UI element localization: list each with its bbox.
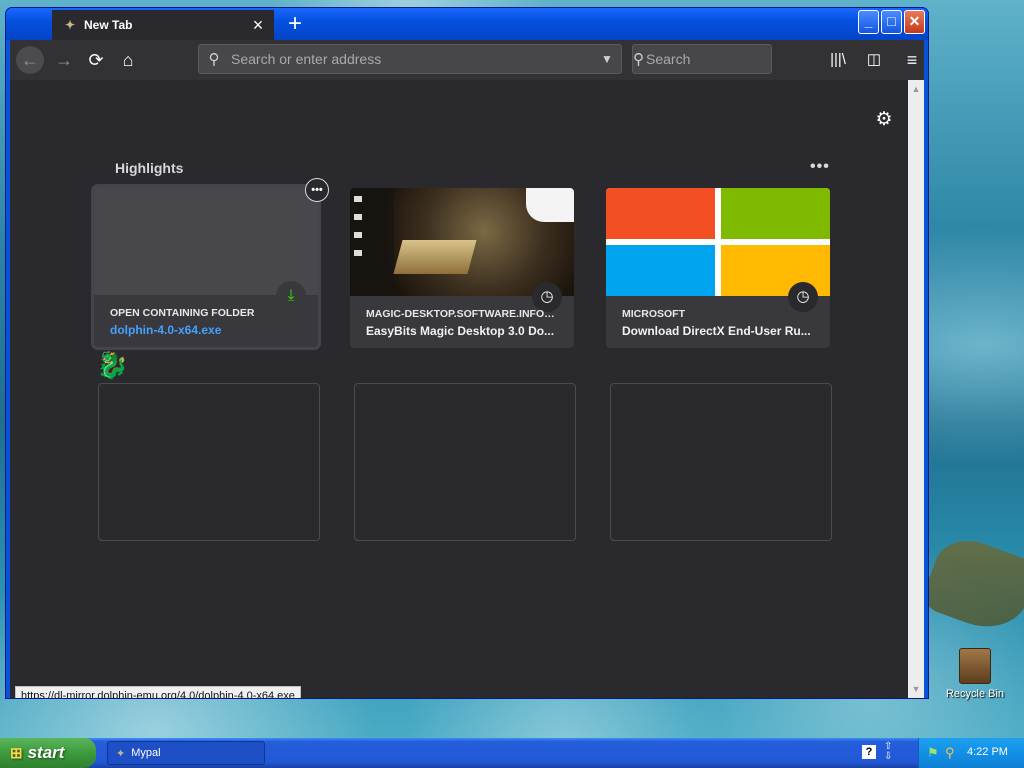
- sidebar-toggle-icon[interactable]: ◫: [862, 48, 886, 72]
- system-tray: ⚑ ⚲ 4:22 PM: [918, 738, 1024, 768]
- status-url: https://dl-mirror.dolphin-emu.org/4.0/do…: [15, 686, 301, 698]
- card-source[interactable]: MAGIC-DESKTOP.SOFTWARE.INFOR...: [366, 308, 558, 320]
- highlight-card-download[interactable]: ⤓ OPEN CONTAINING FOLDER dolphin-4.0-x64…: [94, 187, 318, 347]
- mypal-icon: ✦: [116, 747, 126, 760]
- chevron-down-icon[interactable]: ▼: [593, 52, 621, 66]
- taskbar: ⊞ start ✦ Mypal ? ⇧ ⇩ ⚑ ⚲ 4:22 PM: [0, 738, 1024, 768]
- hamburger-menu-icon[interactable]: ≡: [900, 48, 924, 72]
- thumbnail-menu-item: [354, 196, 362, 202]
- recycle-bin-label: Recycle Bin: [945, 688, 1005, 700]
- card-thumbnail: [94, 187, 318, 295]
- tab-close-button[interactable]: ×: [246, 13, 270, 37]
- thumbnail-menu-item: [354, 250, 362, 256]
- vertical-scrollbar[interactable]: ▲ ▼: [908, 80, 924, 698]
- windows-flag-icon: ⊞: [10, 745, 23, 762]
- search-icon: ⚲: [633, 51, 644, 68]
- navigation-toolbar: ← → ⟳ ⌂ ⚲ ▼ ⚲ |||\ ◫ ≡: [10, 40, 924, 80]
- back-button[interactable]: ←: [16, 46, 44, 74]
- card-label: OPEN CONTAINING FOLDER dolphin-4.0-x64.e…: [94, 295, 318, 347]
- tab-label: New Tab: [84, 18, 133, 32]
- tray-expand-icon[interactable]: ⇧ ⇩: [884, 742, 892, 762]
- recycle-bin-icon: [959, 648, 991, 684]
- start-label: start: [27, 743, 65, 762]
- card-label: MICROSOFT Download DirectX End-User Ru..…: [606, 296, 830, 348]
- scroll-up-arrow[interactable]: ▲: [908, 82, 924, 96]
- taskbar-item-label: Mypal: [131, 747, 161, 759]
- tab-new-tab[interactable]: ✦ New Tab ×: [52, 10, 274, 40]
- network-icon[interactable]: ⚑: [927, 745, 939, 761]
- card-title[interactable]: dolphin-4.0-x64.exe: [110, 323, 302, 337]
- maximize-button[interactable]: □: [881, 10, 902, 34]
- search-icon: ⚲: [208, 51, 220, 68]
- search-bar[interactable]: ⚲: [632, 44, 829, 74]
- close-window-button[interactable]: ✕: [904, 10, 925, 34]
- highlight-card-magic-desktop[interactable]: ◷ MAGIC-DESKTOP.SOFTWARE.INFOR... EasyBi…: [350, 188, 574, 348]
- highlights-heading: Highlights: [115, 160, 184, 176]
- card-source[interactable]: OPEN CONTAINING FOLDER: [110, 307, 302, 319]
- microsoft-logo-green: [721, 188, 830, 239]
- desktop-recycle-bin[interactable]: Recycle Bin: [940, 648, 1010, 700]
- search-input[interactable]: [644, 50, 829, 68]
- dolphin-drag-icon: 🐉: [96, 350, 129, 380]
- thumbnail-menu-item: [354, 214, 362, 220]
- thumbnail-sidebar: [350, 188, 394, 296]
- taskbar-item-mypal[interactable]: ✦ Mypal: [107, 741, 265, 765]
- scroll-down-arrow[interactable]: ▼: [908, 682, 924, 696]
- start-button[interactable]: ⊞ start: [0, 738, 96, 768]
- empty-highlight-slot: [610, 383, 832, 541]
- highlight-card-microsoft[interactable]: ◷ MICROSOFT Download DirectX End-User Ru…: [606, 188, 830, 348]
- empty-highlight-slot: [98, 383, 320, 541]
- card-title[interactable]: Download DirectX End-User Ru...: [622, 324, 814, 338]
- card-label: MAGIC-DESKTOP.SOFTWARE.INFOR... EasyBits…: [350, 296, 574, 348]
- card-context-menu-button[interactable]: •••: [305, 178, 329, 202]
- new-tab-page: ⚙ Highlights ••• ⤓ OPEN CONTAINING FOLDE…: [10, 80, 908, 698]
- address-bar[interactable]: ⚲ ▼: [198, 44, 622, 74]
- minimize-button[interactable]: _: [858, 10, 879, 34]
- thumbnail-popup: [526, 188, 574, 222]
- new-tab-button[interactable]: +: [282, 12, 308, 38]
- search-tray-icon[interactable]: ⚲: [945, 745, 955, 761]
- mypal-favicon-icon: ✦: [64, 18, 76, 32]
- clock: 4:22 PM: [967, 746, 1008, 758]
- reload-button[interactable]: ⟳: [82, 46, 110, 74]
- card-thumbnail: [350, 188, 574, 296]
- library-icon[interactable]: |||\: [826, 48, 850, 72]
- gear-icon[interactable]: ⚙: [872, 108, 896, 132]
- forward-button[interactable]: →: [50, 46, 78, 74]
- card-title[interactable]: EasyBits Magic Desktop 3.0 Do...: [366, 324, 558, 338]
- thumbnail-menu-item: [354, 232, 362, 238]
- thumbnail-book: [393, 240, 477, 274]
- empty-highlight-slot: [354, 383, 576, 541]
- browser-window: ✦ New Tab × + _ □ ✕ ← → ⟳ ⌂ ⚲ ▼ ⚲ |||\ ◫…: [5, 7, 929, 699]
- url-input[interactable]: [229, 50, 593, 68]
- highlights-menu-button[interactable]: •••: [810, 158, 830, 176]
- card-source[interactable]: MICROSOFT: [622, 308, 814, 320]
- title-bar[interactable]: ✦ New Tab × + _ □ ✕: [6, 8, 928, 40]
- home-button[interactable]: ⌂: [114, 46, 142, 74]
- microsoft-logo-blue: [606, 245, 715, 296]
- card-thumbnail: [606, 188, 830, 296]
- microsoft-logo-red: [606, 188, 715, 239]
- help-icon[interactable]: ?: [862, 745, 876, 759]
